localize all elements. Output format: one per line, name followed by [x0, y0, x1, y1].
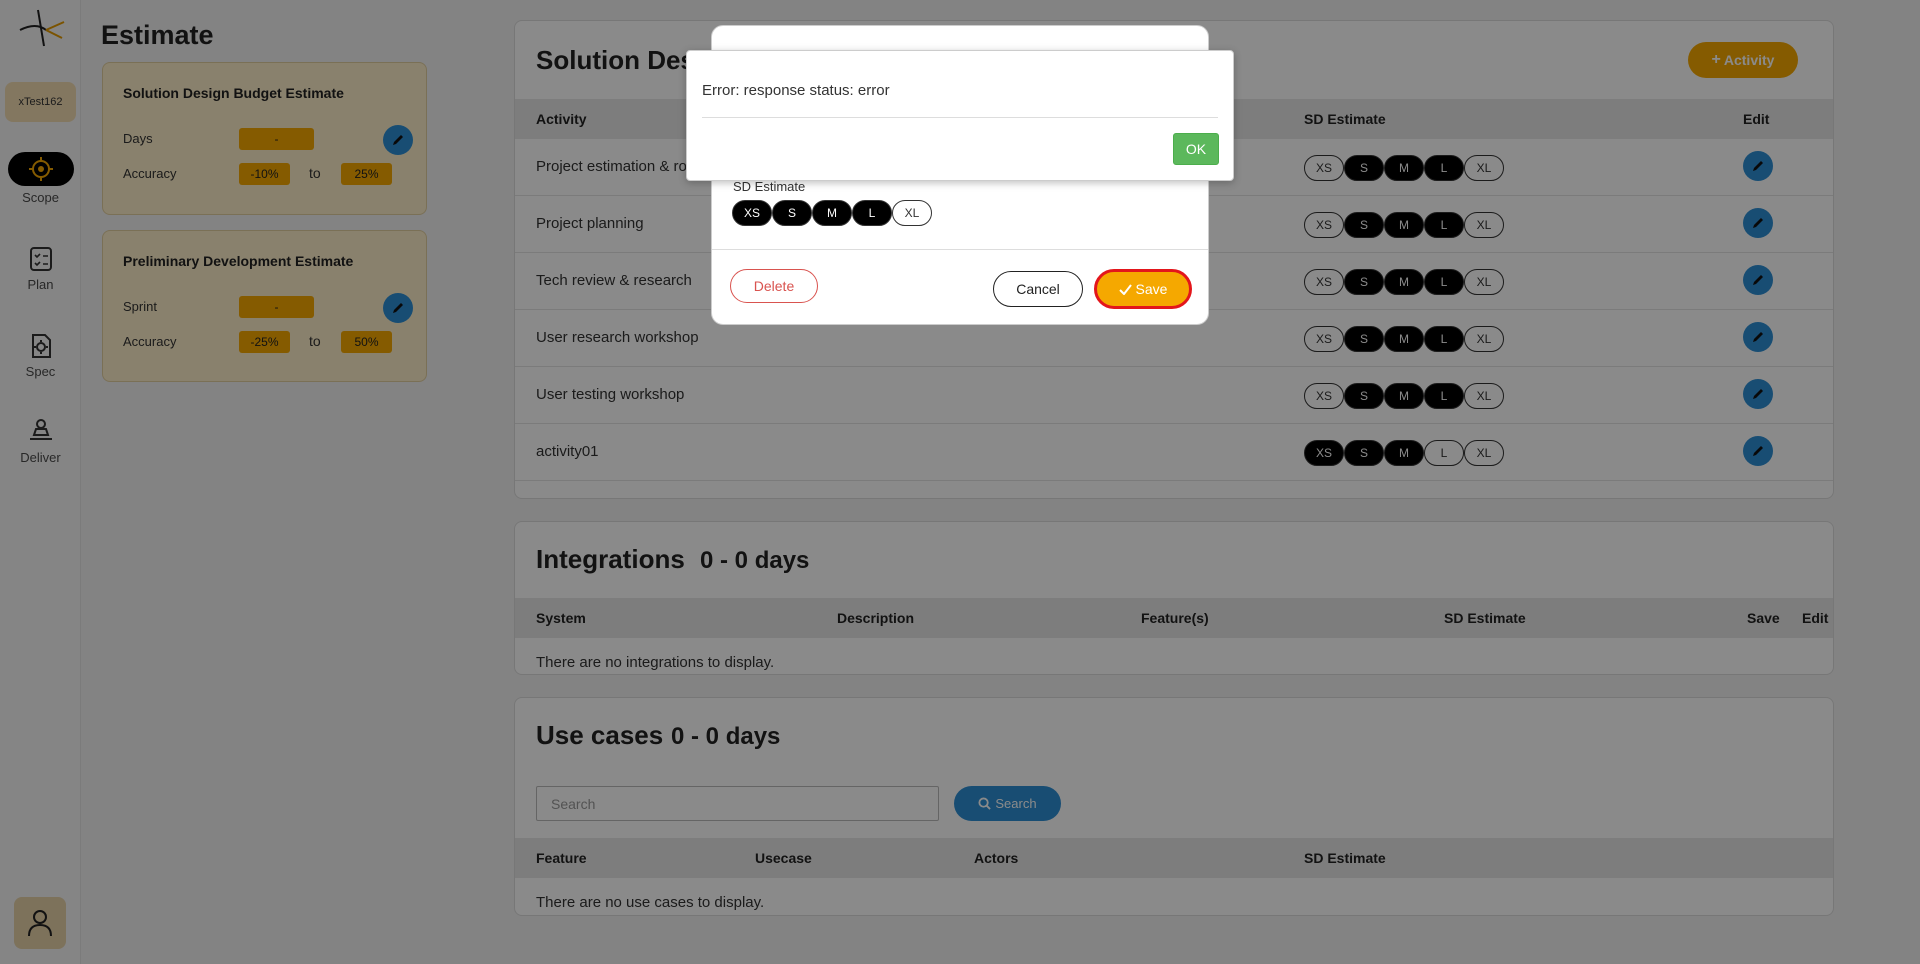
- divider: [712, 249, 1208, 250]
- save-label: Save: [1135, 281, 1168, 297]
- error-alert-dialog: Error: response status: error OK: [686, 50, 1234, 181]
- alert-message: Error: response status: error: [702, 82, 890, 99]
- save-button[interactable]: Save: [1094, 269, 1192, 309]
- check-icon: [1118, 283, 1132, 295]
- cancel-button[interactable]: Cancel: [993, 271, 1083, 307]
- size-option-s[interactable]: S: [772, 200, 812, 226]
- divider: [702, 117, 1218, 118]
- size-option-xl[interactable]: XL: [892, 200, 932, 226]
- delete-button[interactable]: Delete: [730, 269, 818, 303]
- size-option-xs[interactable]: XS: [732, 200, 772, 226]
- sd-estimate-selector: XS S M L XL: [732, 200, 932, 226]
- size-option-l[interactable]: L: [852, 200, 892, 226]
- sd-estimate-label: SD Estimate: [733, 179, 806, 194]
- ok-button[interactable]: OK: [1173, 133, 1219, 165]
- size-option-m[interactable]: M: [812, 200, 852, 226]
